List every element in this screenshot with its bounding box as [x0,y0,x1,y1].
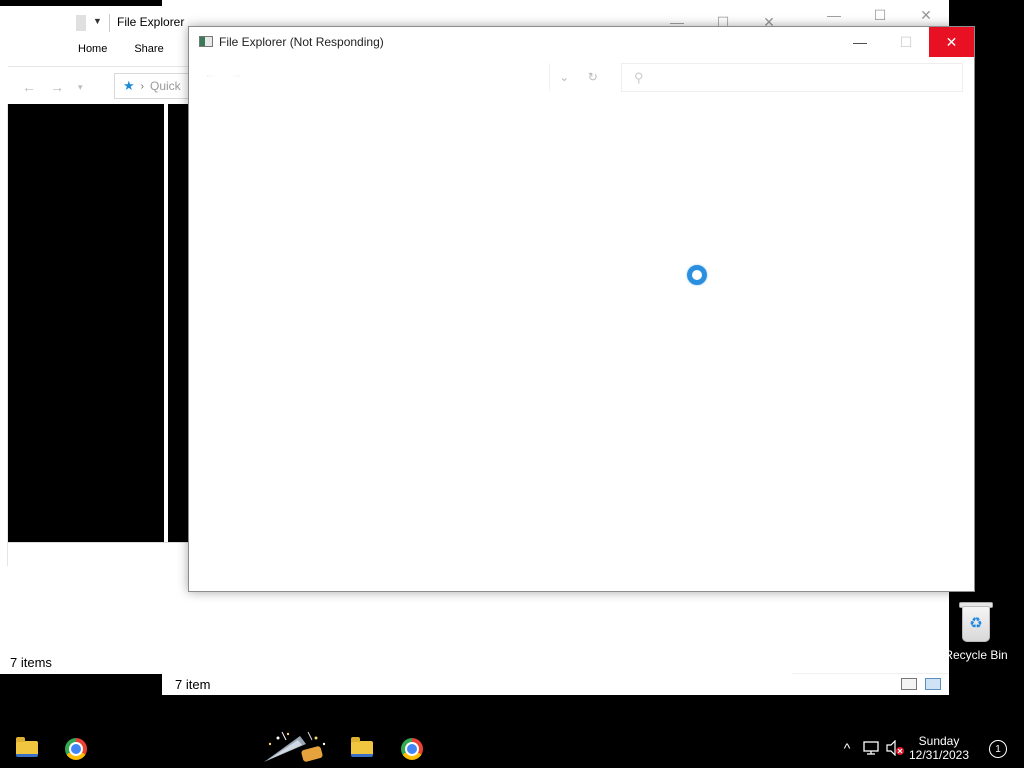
refresh-icon[interactable]: ↻ [588,70,598,84]
title-bar: File Explorer (Not Responding) — ☐ ✕ [189,27,974,57]
recycle-bin-label: Recycle Bin [944,648,1008,662]
search-input[interactable]: ⚲ [621,63,963,92]
back-arrow-icon[interactable]: ← [204,67,216,81]
tab-home[interactable]: Home [78,43,107,55]
window-title: File Explorer (Not Responding) [219,35,384,49]
view-toggle [901,678,941,690]
taskbar: ^ Sunday 12/31/2023 1 [0,728,1024,768]
show-hidden-icons-chevron-icon[interactable]: ^ [838,728,856,768]
forward-arrow-icon[interactable]: → [230,67,242,81]
maximize-button[interactable]: ☐ [883,27,929,57]
item-count: 7 item [175,677,211,692]
taskbar-file-explorer[interactable] [10,734,44,764]
ribbon-tabs: Home Share [78,43,164,55]
chrome-icon [401,738,423,760]
recycle-bin-shortcut[interactable]: ♻ Recycle Bin [940,600,1012,662]
chevron-down-icon[interactable]: ▼ [93,16,102,26]
clock-day: Sunday [918,734,960,748]
tab-share[interactable]: Share [134,43,163,55]
folder-icon [351,737,373,757]
recycle-bin-icon: ♻ [958,600,994,642]
taskbar-chrome[interactable] [59,734,93,764]
busy-spinner-icon [687,265,707,285]
large-icons-view-icon[interactable] [925,678,941,690]
pane-footer [8,542,198,566]
address-text: Quick [150,79,181,93]
file-explorer-not-responding-window[interactable]: File Explorer (Not Responding) — ☐ ✕ ← →… [188,26,975,592]
back-arrow-icon[interactable]: ← [22,79,36,95]
folder-icon [16,737,38,757]
details-view-icon[interactable] [901,678,917,690]
clock[interactable]: Sunday 12/31/2023 [904,734,974,762]
window-controls: — ☐ ✕ [837,27,974,57]
forward-arrow-icon[interactable]: → [50,79,64,95]
item-count: 7 items [10,655,52,670]
chrome-icon [65,738,87,760]
dropdown-chevron-icon[interactable]: ⌄ [559,70,569,84]
quick-access-toolbar-icon[interactable] [76,15,86,31]
faded-navigation-arrows: ← → [204,67,242,81]
unrendered-navigation-pane [8,104,164,542]
volume-muted-icon[interactable] [884,728,906,768]
taskbar-file-explorer-2[interactable] [345,734,379,764]
address-bar-controls: ⌄ ↻ [549,63,607,91]
party-popper-icon[interactable] [258,730,332,766]
minimize-button[interactable]: — [837,27,883,57]
window-title: File Explorer [117,15,185,29]
navigation-pane-edge [0,104,8,566]
status-bar: 7 item [162,673,949,695]
recent-locations-chevron-icon[interactable]: ▾ [78,82,83,93]
search-icon: ⚲ [634,70,644,85]
quick-access-star-icon: ★ [123,78,135,93]
divider [109,14,110,32]
taskbar-chrome-2[interactable] [395,734,429,764]
notification-badge[interactable]: 1 [989,740,1007,758]
clock-date: 12/31/2023 [908,748,970,762]
breadcrumb-chevron-icon: › [140,80,144,92]
app-window-icon [199,36,213,47]
network-icon[interactable] [860,728,882,768]
close-button[interactable]: ✕ [929,27,974,57]
